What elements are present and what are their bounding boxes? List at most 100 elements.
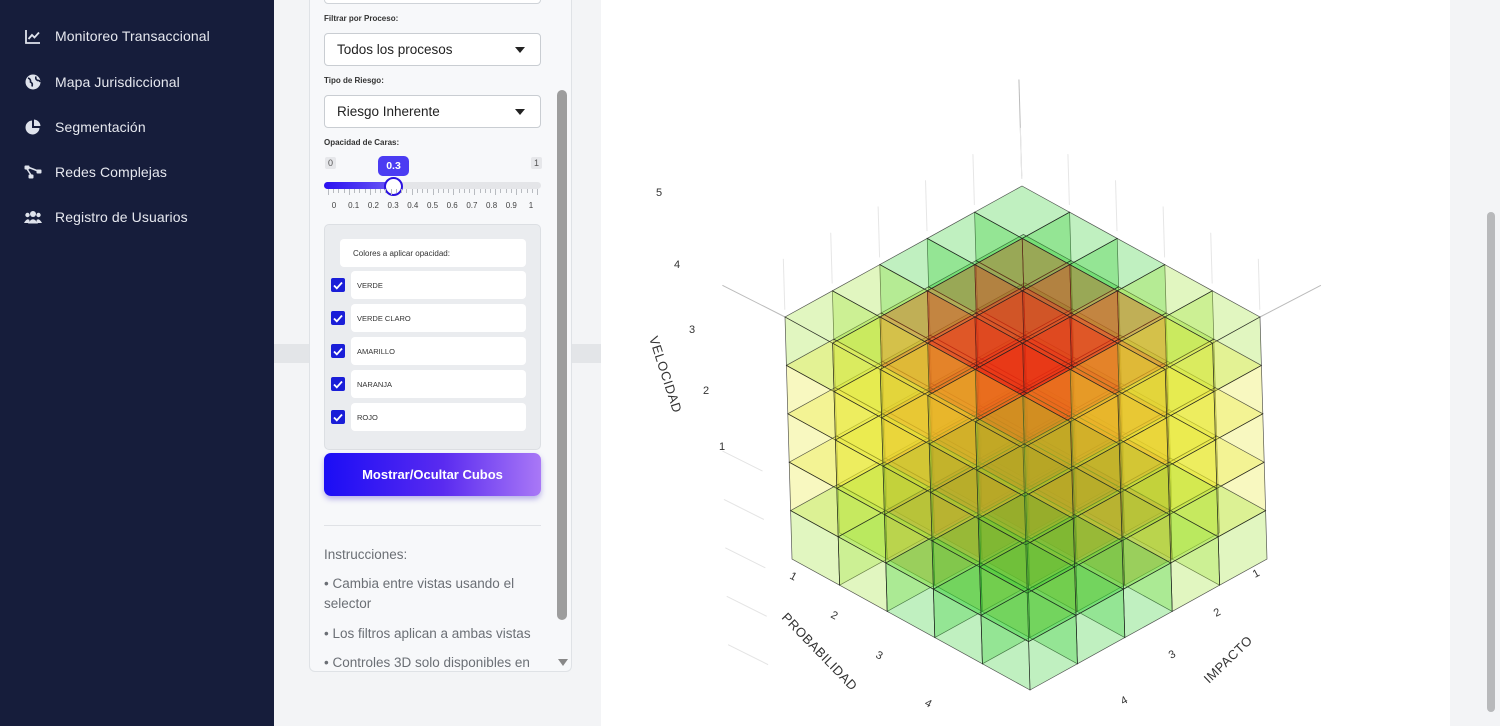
sidebar-item-usuarios[interactable]: Registro de Usuarios: [0, 197, 274, 237]
slider-tick: [516, 189, 518, 195]
slider-tick-label: 0: [331, 201, 337, 210]
slider-tick: [500, 189, 502, 193]
checkbox-verde[interactable]: VERDE: [331, 271, 526, 299]
risk-type-value: Riesgo Inherente: [337, 104, 440, 119]
slider-tick: [380, 189, 382, 193]
slider-tick: [453, 189, 455, 195]
slider-tick: [505, 189, 507, 193]
slider-tick: [474, 189, 476, 195]
checkbox-checked-icon[interactable]: [331, 311, 345, 325]
slider-tick-label: 0.8: [486, 201, 498, 210]
slider-tick: [364, 189, 366, 193]
z-tick-label: 1: [719, 441, 725, 453]
risk-type-select[interactable]: Riesgo Inherente: [324, 95, 541, 128]
instruction-line: • Los filtros aplican a ambas vistas: [324, 626, 531, 641]
sidebar-item-monitoreo[interactable]: Monitoreo Transaccional: [0, 16, 274, 56]
process-filter-select[interactable]: Todos los procesos: [324, 33, 541, 66]
plot-area[interactable]: 1 2 3 4 5 1 2 3 4 1 2 3 4 VELOCIDAD PROBABILIDAD IMPACT…: [601, 0, 1450, 726]
axis-line: [1259, 284, 1322, 318]
risk-type-label: Tipo de Riesgo:: [324, 76, 384, 85]
divider: [324, 525, 541, 526]
checkbox-label: VERDE: [351, 271, 526, 299]
slider-tick: [526, 189, 528, 193]
slider-tick: [495, 189, 497, 195]
slider-tick-label: 0.4: [407, 201, 419, 210]
checkbox-checked-icon[interactable]: [331, 278, 345, 292]
grid-line: [1019, 127, 1023, 179]
slider-tick: [369, 189, 371, 195]
slider-tick: [406, 189, 408, 193]
y-tick-label: 4: [1119, 694, 1130, 707]
grid-line: [1257, 258, 1261, 310]
sidebar-item-mapa[interactable]: Mapa Jurisdiccional: [0, 62, 274, 102]
sidebar-item-label: Redes Complejas: [55, 164, 167, 180]
x-tick-label: 4: [923, 697, 934, 710]
slider-tick: [354, 189, 356, 193]
y-tick-label: 2: [1212, 606, 1223, 619]
slider-tick: [422, 189, 424, 193]
process-filter-label: Filtrar por Proceso:: [324, 14, 399, 23]
slider-tick: [401, 189, 403, 193]
opacity-label: Opacidad de Caras:: [324, 138, 400, 147]
grid-line: [722, 450, 763, 472]
truncated-input[interactable]: [324, 0, 541, 4]
checkbox-label: AMARILLO: [351, 337, 526, 365]
sidebar-item-redes[interactable]: Redes Complejas: [0, 152, 274, 192]
x-tick-label: 3: [874, 649, 885, 662]
slider-tick: [343, 189, 345, 193]
opacity-slider-track[interactable]: [324, 182, 541, 189]
slider-tick: [531, 189, 533, 193]
sidebar-item-label: Mapa Jurisdiccional: [55, 74, 180, 90]
y-tick-label: 1: [1251, 567, 1262, 580]
slider-tick: [395, 189, 397, 193]
toggle-cubes-button[interactable]: Mostrar/Ocultar Cubos: [324, 453, 541, 496]
slider-tick: [484, 189, 486, 193]
z-tick-label: 3: [689, 324, 695, 336]
slider-tick: [448, 189, 450, 193]
checkbox-checked-icon[interactable]: [331, 410, 345, 424]
scroll-down-arrow-icon[interactable]: [558, 659, 568, 666]
grid-line: [1210, 232, 1213, 284]
risk-cube-3d[interactable]: 1 2 3 4 5 1 2 3 4 1 2 3 4 VELOCIDAD PROBABILIDAD IMPACT…: [601, 0, 1450, 726]
slider-tick: [469, 189, 471, 193]
checkbox-checked-icon[interactable]: [331, 377, 345, 391]
checkbox-verde-claro[interactable]: VERDE CLARO: [331, 304, 526, 332]
grid-line: [723, 499, 765, 520]
colors-box: Colores a aplicar opacidad: VERDE VERDE …: [324, 224, 541, 450]
checkbox-amarillo[interactable]: AMARILLO: [331, 337, 526, 365]
sidebar-item-label: Registro de Usuarios: [55, 209, 188, 225]
slider-tick: [333, 189, 335, 193]
slider-tick: [463, 189, 465, 193]
slider-ticks: [324, 189, 541, 195]
slider-tick-label: 0.2: [367, 201, 379, 210]
divider-band: [274, 344, 309, 363]
instructions-title: Instrucciones:: [324, 547, 408, 562]
panel-scrollbar[interactable]: [557, 90, 567, 620]
x-tick-label: 2: [829, 609, 840, 622]
checkbox-rojo[interactable]: ROJO: [331, 403, 526, 431]
slider-tick: [510, 189, 512, 193]
sidebar-item-label: Segmentación: [55, 119, 146, 135]
sidebar-item-segmentacion[interactable]: Segmentación: [0, 107, 274, 147]
slider-min-label: 0: [325, 157, 337, 169]
slider-tick: [458, 189, 460, 193]
grid-line: [972, 154, 975, 205]
chevron-down-icon: [515, 47, 525, 53]
slider-value-bubble: 0.3: [378, 156, 409, 176]
slider-tick-label: 0.3: [387, 201, 399, 210]
z-tick-label: 4: [674, 259, 680, 271]
sidebar-item-label: Monitoreo Transaccional: [55, 28, 210, 44]
slider-tick: [375, 189, 377, 193]
checkbox-checked-icon[interactable]: [331, 344, 345, 358]
instruction-line: • Controles 3D solo disponibles en: [324, 655, 530, 670]
x-axis-title: PROBABILIDAD: [779, 610, 861, 694]
y-axis-title: IMPACTO: [1201, 633, 1256, 687]
checkbox-naranja[interactable]: NARANJA: [331, 370, 526, 398]
slider-tick: [411, 189, 413, 195]
slider-tick: [442, 189, 444, 193]
grid-line: [877, 206, 881, 258]
colors-title: Colores a aplicar opacidad:: [340, 239, 526, 267]
z-axis-title: VELOCIDAD: [646, 334, 685, 414]
page-scrollbar[interactable]: [1487, 212, 1495, 712]
slider-tick: [537, 189, 538, 195]
